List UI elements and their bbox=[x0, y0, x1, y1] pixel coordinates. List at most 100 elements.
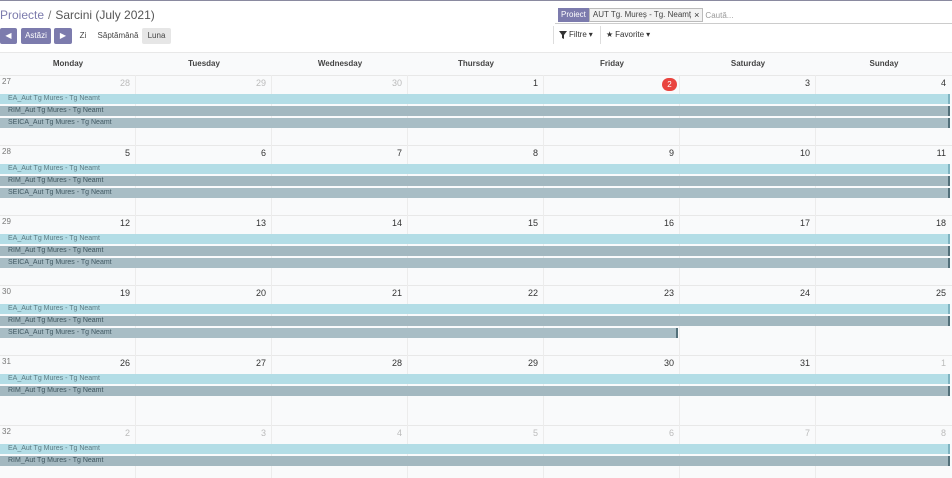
view-month-button[interactable]: Luna bbox=[142, 28, 171, 44]
day-number[interactable]: 8 bbox=[518, 148, 538, 158]
previous-button[interactable]: ◀ bbox=[0, 28, 17, 44]
day-number[interactable]: 29 bbox=[246, 78, 266, 88]
weekday-header-sunday: Sunday bbox=[869, 59, 899, 68]
week-number: 31 bbox=[2, 357, 11, 366]
view-week-button[interactable]: Săptămână bbox=[96, 28, 140, 44]
breadcrumb-projects-link[interactable]: Proiecte bbox=[0, 8, 44, 22]
calendar-event[interactable]: RIM_Aut Tg Mures - Tg Neamt bbox=[0, 456, 950, 466]
calendar-event[interactable]: RIM_Aut Tg Mures - Tg Neamt bbox=[0, 176, 950, 186]
week-divider bbox=[0, 285, 952, 286]
day-number[interactable]: 5 bbox=[110, 148, 130, 158]
day-number[interactable]: 18 bbox=[926, 218, 946, 228]
day-number[interactable]: 7 bbox=[790, 428, 810, 438]
calendar-week-row: 32 2 3 4 5 6 7 8 EA_Aut Tg Mures - Tg Neamt RIM_A… bbox=[0, 425, 952, 478]
day-number[interactable]: 24 bbox=[790, 288, 810, 298]
week-divider bbox=[0, 215, 952, 216]
calendar-event[interactable]: SEICA_Aut Tg Mures - Tg Neamt bbox=[0, 328, 678, 338]
day-number[interactable]: 29 bbox=[518, 358, 538, 368]
day-number[interactable]: 21 bbox=[382, 288, 402, 298]
week-divider bbox=[0, 75, 952, 76]
today-button[interactable]: Astăzi bbox=[21, 28, 51, 44]
breadcrumb: Proiecte / Sarcini (July 2021) bbox=[0, 8, 155, 22]
arrow-left-icon: ◀ bbox=[5, 31, 12, 40]
star-icon: ★ bbox=[606, 30, 614, 39]
day-number-today[interactable]: 2 bbox=[662, 78, 677, 91]
search-input[interactable] bbox=[705, 8, 906, 22]
calendar-event[interactable]: EA_Aut Tg Mures - Tg Neamt bbox=[0, 444, 950, 454]
weekday-header-wednesday: Wednesday bbox=[317, 59, 363, 68]
day-number[interactable]: 2 bbox=[110, 428, 130, 438]
day-number[interactable]: 31 bbox=[790, 358, 810, 368]
day-number[interactable]: 12 bbox=[110, 218, 130, 228]
day-number[interactable]: 30 bbox=[654, 358, 674, 368]
caret-down-icon: ▾ bbox=[646, 30, 651, 39]
calendar-week-row: 27 28 29 30 1 2 3 4 EA_Aut Tg Mures - Tg Neamt RI… bbox=[0, 75, 952, 145]
weekday-header-thursday: Thursday bbox=[457, 59, 494, 68]
day-number[interactable]: 16 bbox=[654, 218, 674, 228]
favorites-label: Favorite bbox=[615, 30, 645, 39]
week-divider bbox=[0, 145, 952, 146]
weekday-header-monday: Monday bbox=[52, 59, 84, 68]
day-number[interactable]: 17 bbox=[790, 218, 810, 228]
page-title: Sarcini (July 2021) bbox=[55, 8, 155, 22]
day-number[interactable]: 14 bbox=[382, 218, 402, 228]
day-number[interactable]: 28 bbox=[110, 78, 130, 88]
day-number[interactable]: 1 bbox=[518, 78, 538, 88]
facet-remove-icon[interactable]: × bbox=[694, 9, 699, 21]
day-number[interactable]: 13 bbox=[246, 218, 266, 228]
day-number[interactable]: 11 bbox=[926, 148, 946, 158]
day-number[interactable]: 26 bbox=[110, 358, 130, 368]
day-number[interactable]: 7 bbox=[382, 148, 402, 158]
calendar-event[interactable]: EA_Aut Tg Mures - Tg Neamt bbox=[0, 164, 950, 174]
day-number[interactable]: 1 bbox=[926, 358, 946, 368]
month-calendar: Monday Tuesday Wednesday Thursday Friday Satu… bbox=[0, 52, 952, 478]
calendar-event[interactable]: RIM_Aut Tg Mures - Tg Neamt bbox=[0, 106, 950, 116]
day-number[interactable]: 22 bbox=[518, 288, 538, 298]
day-number[interactable]: 6 bbox=[654, 428, 674, 438]
filter-icon bbox=[559, 30, 567, 39]
calendar-week-row: 31 26 27 28 29 30 31 1 EA_Aut Tg Mures - Tg Neam… bbox=[0, 355, 952, 425]
day-number[interactable]: 15 bbox=[518, 218, 538, 228]
next-button[interactable]: ▶ bbox=[54, 28, 72, 44]
day-number[interactable]: 3 bbox=[790, 78, 810, 88]
day-number[interactable]: 5 bbox=[518, 428, 538, 438]
day-number[interactable]: 4 bbox=[382, 428, 402, 438]
calendar-event[interactable]: RIM_Aut Tg Mures - Tg Neamt bbox=[0, 316, 950, 326]
calendar-event[interactable]: EA_Aut Tg Mures - Tg Neamt bbox=[0, 304, 950, 314]
day-number[interactable]: 25 bbox=[926, 288, 946, 298]
calendar-event[interactable]: EA_Aut Tg Mures - Tg Neamt bbox=[0, 234, 950, 244]
day-number[interactable]: 23 bbox=[654, 288, 674, 298]
calendar-event[interactable]: SEICA_Aut Tg Mures - Tg Neamt bbox=[0, 118, 950, 128]
toolbar-divider bbox=[553, 26, 554, 44]
week-number: 30 bbox=[2, 287, 11, 296]
calendar-week-row: 29 12 13 14 15 16 17 18 EA_Aut Tg Mures - Tg Nea… bbox=[0, 215, 952, 285]
day-number[interactable]: 20 bbox=[246, 288, 266, 298]
calendar-event[interactable]: EA_Aut Tg Mures - Tg Neamt bbox=[0, 374, 950, 384]
calendar-event[interactable]: EA_Aut Tg Mures - Tg Neamt bbox=[0, 94, 950, 104]
view-day-button[interactable]: Zi bbox=[77, 28, 89, 44]
filters-label: Filtre bbox=[569, 30, 587, 39]
search-facet-value: AUT Tg. Mureș - Tg. Neamț × bbox=[588, 8, 704, 22]
day-number[interactable]: 10 bbox=[790, 148, 810, 158]
day-number[interactable]: 30 bbox=[382, 78, 402, 88]
day-number[interactable]: 19 bbox=[110, 288, 130, 298]
search-facet-text: AUT Tg. Mureș - Tg. Neamț bbox=[592, 10, 692, 19]
week-number: 27 bbox=[2, 77, 11, 86]
day-number[interactable]: 8 bbox=[926, 428, 946, 438]
day-number[interactable]: 27 bbox=[246, 358, 266, 368]
calendar-event[interactable]: RIM_Aut Tg Mures - Tg Neamt bbox=[0, 386, 950, 396]
calendar-event[interactable]: SEICA_Aut Tg Mures - Tg Neamt bbox=[0, 188, 950, 198]
day-number[interactable]: 28 bbox=[382, 358, 402, 368]
week-divider bbox=[0, 425, 952, 426]
calendar-event[interactable]: SEICA_Aut Tg Mures - Tg Neamt bbox=[0, 258, 950, 268]
calendar-week-row: 28 5 6 7 8 9 10 11 EA_Aut Tg Mures - Tg Neamt RIM… bbox=[0, 145, 952, 215]
day-number[interactable]: 4 bbox=[926, 78, 946, 88]
calendar-event[interactable]: RIM_Aut Tg Mures - Tg Neamt bbox=[0, 246, 950, 256]
calendar-week-row: 30 19 20 21 22 23 24 25 EA_Aut Tg Mures - Tg Nea… bbox=[0, 285, 952, 355]
filters-button[interactable]: Filtre ▾ bbox=[559, 30, 593, 39]
day-number[interactable]: 6 bbox=[246, 148, 266, 158]
toolbar-divider bbox=[600, 26, 601, 44]
favorites-button[interactable]: ★ Favorite ▾ bbox=[606, 30, 650, 39]
day-number[interactable]: 9 bbox=[654, 148, 674, 158]
day-number[interactable]: 3 bbox=[246, 428, 266, 438]
